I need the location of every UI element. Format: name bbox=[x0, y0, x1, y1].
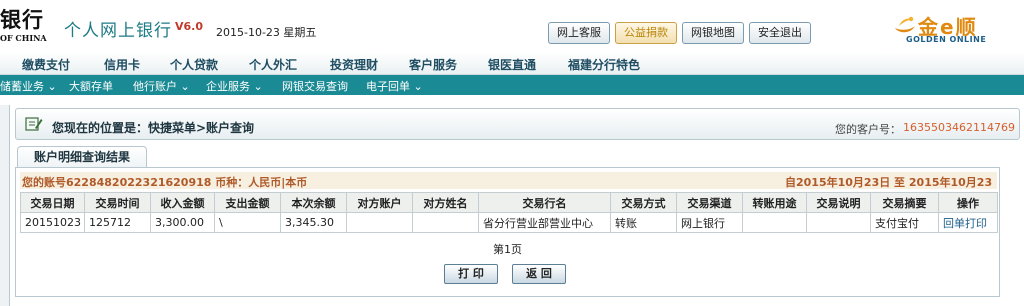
secure-logout-button[interactable]: 安全退出 bbox=[749, 22, 811, 44]
subnav-enterprise[interactable]: 企业服务 ⌄ bbox=[206, 78, 263, 94]
nav-fujian-branch[interactable]: 福建分行特色 bbox=[568, 56, 640, 73]
online-service-button[interactable]: 网上客服 bbox=[548, 22, 610, 44]
nav-investment[interactable]: 投资理财 bbox=[330, 56, 378, 73]
action-buttons: 打 印 返 回 bbox=[444, 264, 566, 284]
location-bar: 您现在的位置是：快捷菜单>账户查询 您的客户号： 163550346211476… bbox=[15, 108, 1020, 140]
top-header: 银行 OF CHINA 个人网上银行 V6.0 2015-10-23 星期五 网… bbox=[0, 0, 1024, 52]
breadcrumb: 您现在的位置是：快捷菜单>账户查询 bbox=[52, 121, 255, 135]
account-summary-row: 您的账号6228482022321620918 币种：人民币|本币 自2015年… bbox=[20, 172, 997, 205]
nav-credit-card[interactable]: 信用卡 bbox=[104, 56, 140, 73]
current-date: 2015-10-23 星期五 bbox=[216, 26, 317, 39]
ebank-map-button[interactable]: 网银地图 bbox=[682, 22, 744, 44]
bank-logo-text: 银行 bbox=[0, 7, 44, 32]
nav-payment[interactable]: 缴费支付 bbox=[22, 56, 70, 73]
customer-number-label: 您的客户号： bbox=[835, 123, 901, 136]
cell-tx-summary: 支付宝付 bbox=[870, 212, 939, 233]
col-bank-name: 交易行名 bbox=[478, 192, 611, 213]
col-tx-summary: 交易摘要 bbox=[870, 192, 939, 213]
back-button[interactable]: 返 回 bbox=[512, 264, 566, 284]
bank-logo-en: OF CHINA bbox=[0, 33, 47, 43]
transaction-table: 交易日期 交易时间 收入金额 支出金额 本次余额 对方账户 对方姓名 交易行名 … bbox=[20, 192, 998, 233]
col-counter-account: 对方账户 bbox=[346, 192, 413, 213]
table-header-row: 交易日期 交易时间 收入金额 支出金额 本次余额 对方账户 对方姓名 交易行名 … bbox=[20, 192, 998, 213]
golden-online-logo-icon bbox=[895, 16, 915, 33]
golden-online-en: GOLDEN ONLINE bbox=[906, 35, 987, 44]
print-button[interactable]: 打 印 bbox=[444, 264, 498, 284]
cell-tx-note bbox=[806, 212, 871, 233]
cell-tx-date: 20151023 bbox=[20, 212, 85, 233]
nav-forex[interactable]: 个人外汇 bbox=[249, 56, 297, 73]
header-buttons: 网上客服 公益捐款 网银地图 安全退出 bbox=[548, 22, 811, 44]
left-collapsed-sidebar[interactable] bbox=[0, 105, 10, 306]
cell-expense: \ bbox=[214, 212, 281, 233]
app-title: 个人网上银行 bbox=[64, 21, 172, 41]
cell-balance: 3,345.30 bbox=[280, 212, 347, 233]
col-expense: 支出金额 bbox=[214, 192, 281, 213]
nav-customer-service[interactable]: 客户服务 bbox=[409, 56, 457, 73]
subnav-e-receipt[interactable]: 电子回单 ⌄ bbox=[366, 78, 423, 94]
subnav-other-bank[interactable]: 他行账户 ⌄ bbox=[133, 78, 190, 94]
charity-donation-button[interactable]: 公益捐款 bbox=[615, 22, 677, 44]
col-tx-channel: 交易渠道 bbox=[676, 192, 743, 213]
col-operation: 操作 bbox=[938, 192, 998, 213]
customer-number: 1635503462114769 bbox=[903, 121, 1015, 134]
col-tx-time: 交易时间 bbox=[84, 192, 151, 213]
col-income: 收入金额 bbox=[150, 192, 215, 213]
table-row: 20151023 125712 3,300.00 \ 3,345.30 省分行营… bbox=[20, 212, 998, 233]
col-balance: 本次余额 bbox=[280, 192, 347, 213]
cell-bank-name: 省分行营业部营业中心 bbox=[478, 212, 611, 233]
col-transfer-purpose: 转账用途 bbox=[742, 192, 807, 213]
golden-online-logo: 金e顺 GOLDEN ONLINE bbox=[893, 8, 1023, 48]
app-version: V6.0 bbox=[175, 20, 203, 33]
receipt-print-link[interactable]: 回单打印 bbox=[938, 212, 998, 233]
subnav-tx-query[interactable]: 网银交易查询 bbox=[282, 78, 348, 94]
location-edit-icon bbox=[25, 117, 43, 131]
nav-personal-loan[interactable]: 个人贷款 bbox=[170, 56, 218, 73]
col-tx-date: 交易日期 bbox=[20, 192, 85, 213]
account-info: 您的账号6228482022321620918 币种：人民币|本币 bbox=[22, 176, 308, 189]
result-panel: 您的账号6228482022321620918 币种：人民币|本币 自2015年… bbox=[15, 167, 1000, 297]
cell-transfer-purpose bbox=[742, 212, 807, 233]
cell-counter-name bbox=[412, 212, 479, 233]
tab-account-detail-result[interactable]: 账户明细查询结果 bbox=[17, 146, 147, 168]
cell-tx-channel: 网上银行 bbox=[676, 212, 743, 233]
col-counter-name: 对方姓名 bbox=[412, 192, 479, 213]
nav-hospital-direct[interactable]: 银医直通 bbox=[488, 56, 536, 73]
cell-tx-method: 转账 bbox=[610, 212, 677, 233]
col-tx-note: 交易说明 bbox=[806, 192, 871, 213]
sub-nav: 储蓄业务 ⌄ 大额存单 他行账户 ⌄ 企业服务 ⌄ 网银交易查询 电子回单 ⌄ bbox=[0, 75, 1024, 95]
col-tx-method: 交易方式 bbox=[610, 192, 677, 213]
cell-income: 3,300.00 bbox=[150, 212, 215, 233]
subnav-large-deposit[interactable]: 大额存单 bbox=[69, 78, 113, 94]
cell-tx-time: 125712 bbox=[84, 212, 151, 233]
page-indicator: 第1页 bbox=[493, 243, 522, 256]
subnav-savings[interactable]: 储蓄业务 ⌄ bbox=[0, 78, 57, 94]
main-nav: 缴费支付 信用卡 个人贷款 个人外汇 投资理财 客户服务 银医直通 福建分行特色 bbox=[0, 52, 1024, 75]
cell-counter-account bbox=[346, 212, 413, 233]
